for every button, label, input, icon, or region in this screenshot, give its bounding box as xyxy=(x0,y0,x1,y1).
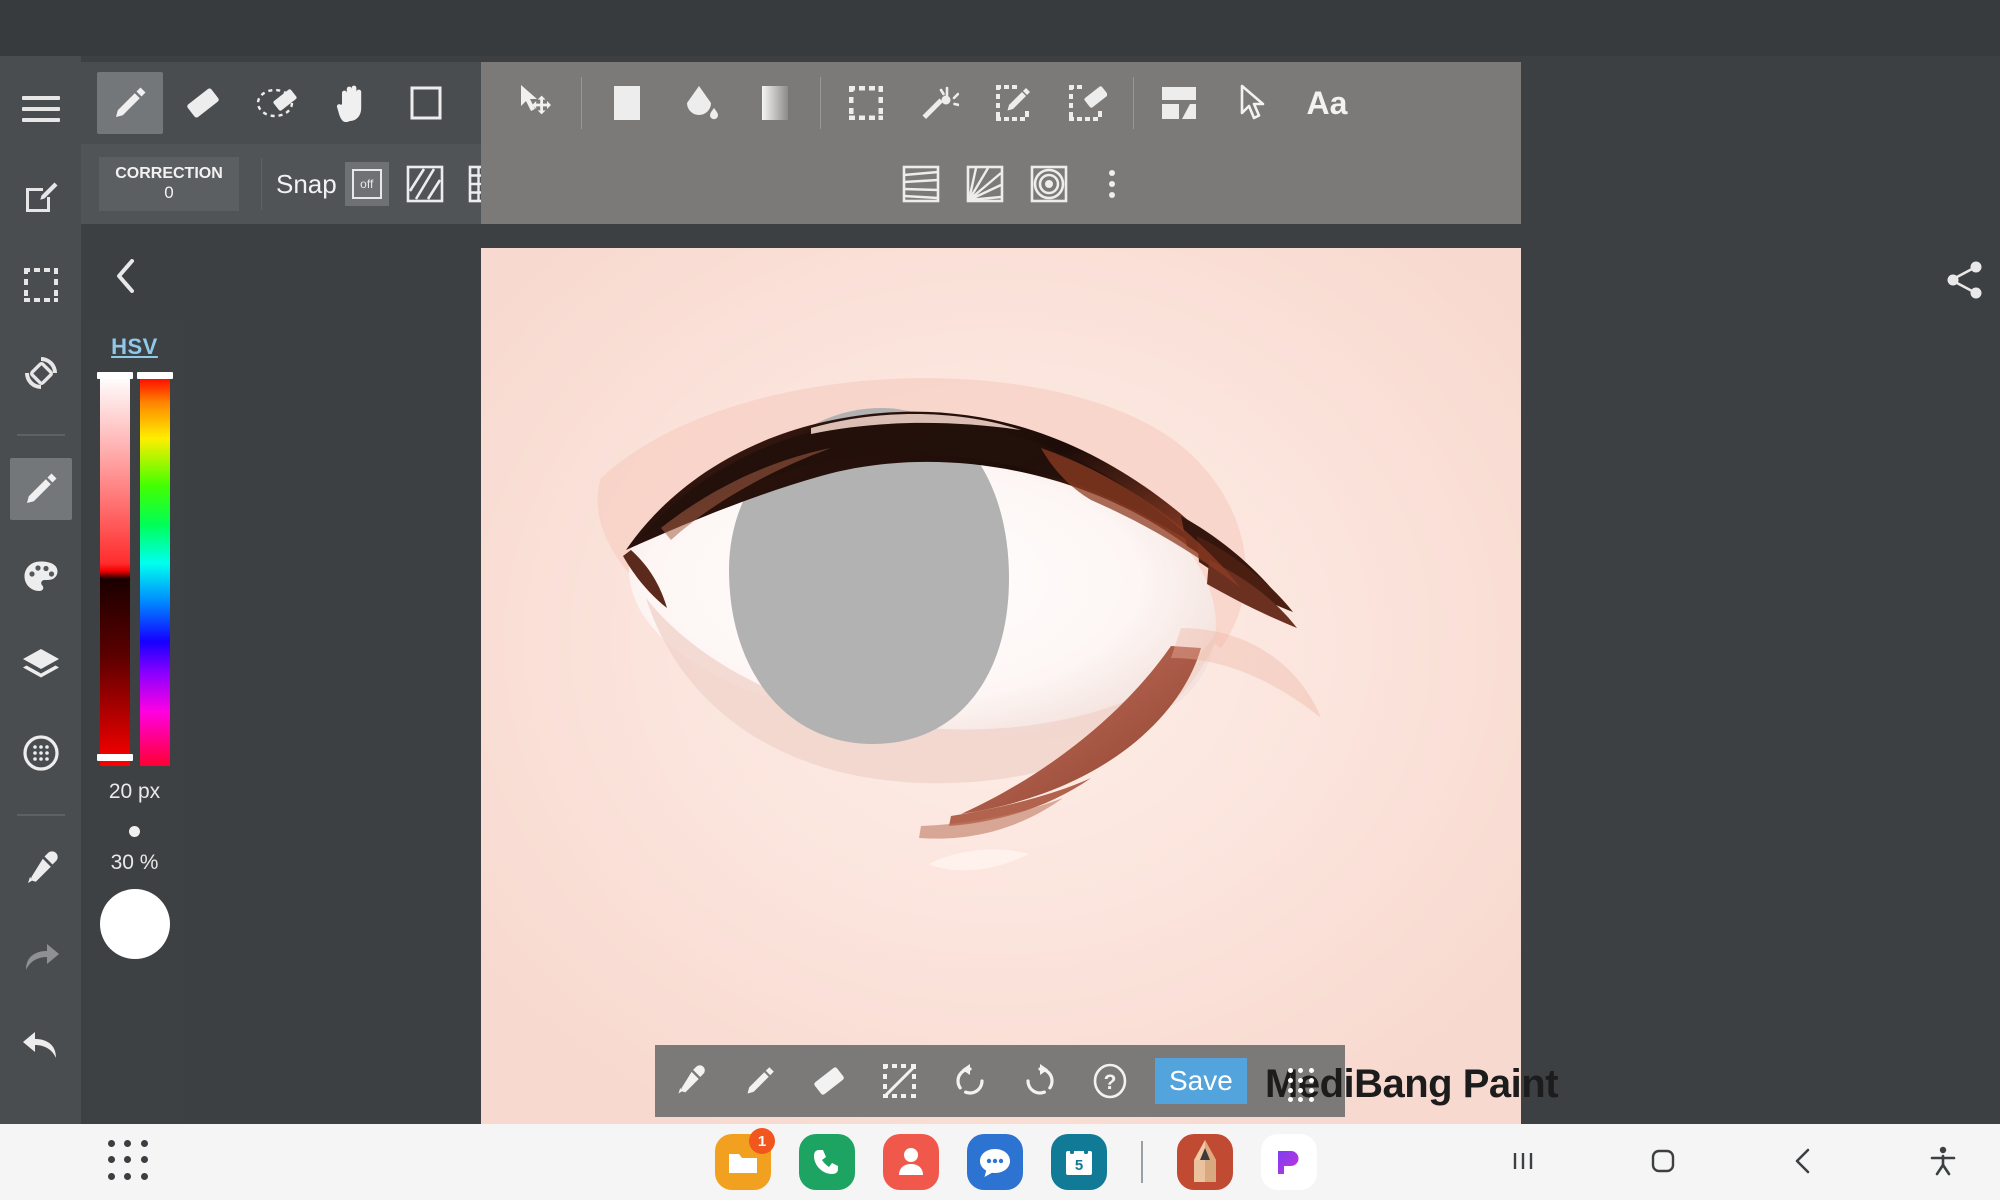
options-separator xyxy=(261,158,262,210)
color-panel: HSV 20 px 30 % xyxy=(86,320,183,1130)
tool-options-bar-right xyxy=(481,144,1521,224)
artwork-anime-eye xyxy=(481,248,1521,1124)
taskbar-app-medibang-paint[interactable] xyxy=(1177,1134,1233,1190)
toolbar-separator-3 xyxy=(1133,77,1134,129)
sv-handle-top[interactable] xyxy=(96,372,133,379)
drag-handle-icon[interactable] xyxy=(1288,1068,1316,1104)
sidebar-item-menu[interactable] xyxy=(10,78,72,140)
taskbar-app-p-logo[interactable] xyxy=(1261,1134,1317,1190)
sidebar-item-brush[interactable] xyxy=(9,458,72,520)
taskbar-app-calendar[interactable]: 5 xyxy=(1051,1134,1107,1190)
snap-mode-concentric[interactable] xyxy=(1023,156,1075,212)
drawing-canvas[interactable] xyxy=(481,248,1521,1124)
back-button[interactable] xyxy=(1776,1134,1830,1188)
text-tool-label: Aa xyxy=(1306,84,1348,121)
taskbar-app-messages[interactable] xyxy=(967,1134,1023,1190)
tool-gradient[interactable] xyxy=(742,72,808,134)
quick-undo-button[interactable] xyxy=(935,1045,1005,1117)
tool-pen[interactable] xyxy=(97,72,163,134)
more-options-button[interactable] xyxy=(1089,156,1135,212)
sidebar-item-eyedropper[interactable] xyxy=(10,838,72,900)
correction-setting[interactable]: CORRECTION 0 xyxy=(99,157,239,211)
toolbar-separator-2 xyxy=(820,77,821,129)
android-nav-buttons xyxy=(1496,1134,1970,1188)
snap-state-label: off xyxy=(360,177,374,191)
quick-deselect-button[interactable] xyxy=(865,1045,935,1117)
panel-collapse-button[interactable] xyxy=(92,248,158,304)
top-dark-strip xyxy=(0,0,2000,56)
tool-marquee-select[interactable] xyxy=(833,72,899,134)
tool-eraser[interactable] xyxy=(171,72,237,134)
toolbar-separator-1 xyxy=(581,77,582,129)
left-sidebar xyxy=(0,56,81,1124)
hsv-mode-label[interactable]: HSV xyxy=(86,320,183,360)
correction-value: 0 xyxy=(164,183,174,203)
app-drawer-button[interactable] xyxy=(108,1140,152,1184)
sidebar-divider-1 xyxy=(16,434,65,436)
quick-help-button[interactable]: ? xyxy=(1075,1045,1145,1117)
save-button[interactable]: Save xyxy=(1155,1058,1247,1104)
my-files-badge: 1 xyxy=(749,1128,775,1154)
share-button[interactable] xyxy=(1940,255,1990,305)
sidebar-divider-2 xyxy=(16,814,65,816)
brush-size-preview xyxy=(86,826,183,837)
snap-off-button[interactable]: off xyxy=(344,162,389,206)
quick-eyedropper-button[interactable] xyxy=(655,1045,725,1117)
sidebar-item-selection[interactable] xyxy=(10,254,72,316)
quick-brush-button[interactable] xyxy=(725,1045,795,1117)
tool-move[interactable] xyxy=(503,72,569,134)
sidebar-item-undo[interactable] xyxy=(10,1014,72,1076)
calendar-day: 5 xyxy=(1075,1157,1083,1174)
floating-quick-toolbar: ? Save xyxy=(655,1045,1345,1117)
current-color-swatch[interactable] xyxy=(99,889,170,959)
taskbar-app-my-files[interactable]: 1 xyxy=(715,1128,775,1190)
quick-eraser-button[interactable] xyxy=(795,1045,865,1117)
sidebar-item-new-canvas[interactable] xyxy=(10,166,72,228)
taskbar-app-contacts[interactable] xyxy=(883,1134,939,1190)
snap-mode-perspective[interactable] xyxy=(895,156,947,212)
snap-mode-radial[interactable] xyxy=(959,156,1011,212)
tool-selection-eraser[interactable] xyxy=(245,72,311,134)
sidebar-item-redo[interactable] xyxy=(10,926,72,988)
tool-fill-solid[interactable] xyxy=(594,72,660,134)
tool-magic-wand[interactable] xyxy=(907,72,973,134)
recents-button[interactable] xyxy=(1496,1134,1550,1188)
sv-handle-bottom[interactable] xyxy=(96,754,133,761)
snap-label: Snap xyxy=(276,168,337,199)
taskbar-app-phone[interactable] xyxy=(799,1134,855,1190)
snap-mode-parallel[interactable] xyxy=(399,156,451,212)
opacity-value[interactable]: 30 % xyxy=(86,851,183,875)
saturation-value-slider[interactable] xyxy=(96,372,133,766)
tool-divide-panel[interactable] xyxy=(1146,72,1212,134)
tool-bucket[interactable] xyxy=(668,72,734,134)
hue-slider[interactable] xyxy=(136,372,173,766)
tool-text[interactable]: Aa xyxy=(1294,72,1360,134)
tool-canvas-frame[interactable] xyxy=(393,72,459,134)
tool-select-pen[interactable] xyxy=(981,72,1047,134)
sidebar-item-materials[interactable] xyxy=(10,722,72,784)
home-button[interactable] xyxy=(1636,1134,1690,1188)
brush-size-value[interactable]: 20 px xyxy=(86,780,183,804)
accessibility-button[interactable] xyxy=(1916,1134,1970,1188)
sidebar-item-rotate-canvas[interactable] xyxy=(10,342,72,404)
taskbar-app-icons: 1 5 xyxy=(715,1128,1317,1190)
sidebar-item-layers[interactable] xyxy=(10,634,72,696)
primary-toolbar-right: Aa xyxy=(481,62,1521,144)
hue-handle[interactable] xyxy=(136,372,173,379)
svg-text:?: ? xyxy=(1104,1071,1117,1094)
tool-select-eraser[interactable] xyxy=(1055,72,1121,134)
quick-redo-button[interactable] xyxy=(1005,1045,1075,1117)
sidebar-item-color-palette[interactable] xyxy=(10,546,72,608)
tool-operation[interactable] xyxy=(1220,72,1286,134)
correction-label: CORRECTION xyxy=(115,165,223,183)
taskbar-separator xyxy=(1141,1141,1143,1183)
tool-hand[interactable] xyxy=(319,72,385,134)
